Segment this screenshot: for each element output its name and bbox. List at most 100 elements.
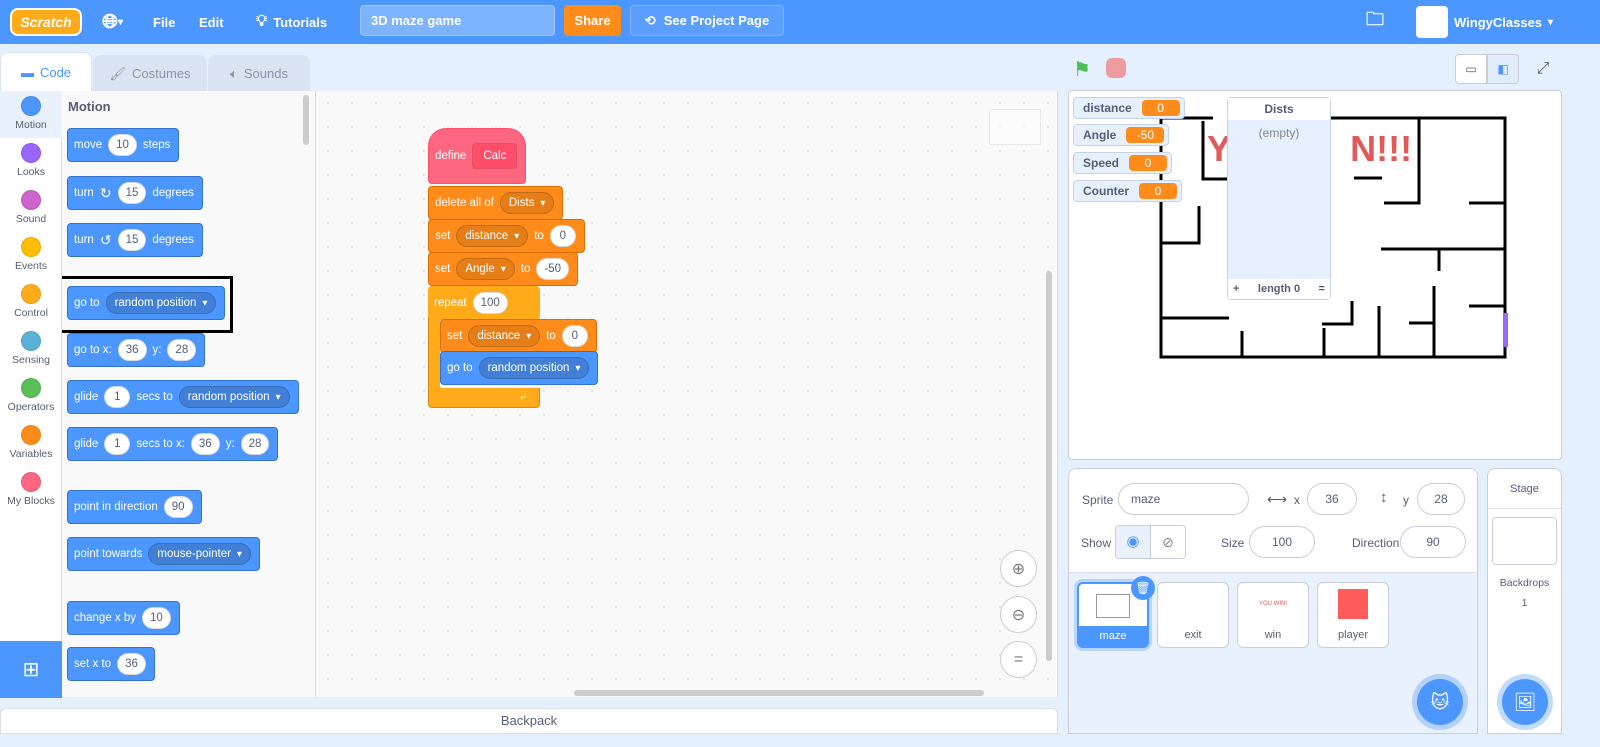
turn-left-block[interactable]: turn ↺ 15 degrees [67,223,203,257]
dropdown-menu[interactable]: distance [456,225,529,247]
glide-to-xy-block[interactable]: glide 1 secs to x: 36 y: 28 [67,427,279,461]
share-button[interactable]: Share [564,5,621,36]
list-empty-label: (empty) [1258,126,1300,140]
glide-to-block[interactable]: glide 1 secs to random position [67,380,299,414]
category-my-blocks[interactable]: My Blocks [0,467,62,514]
vertical-scrollbar[interactable] [1046,271,1052,661]
sprite-name-input[interactable]: maze [1118,483,1249,515]
show-visible-button[interactable]: ◉ [1115,525,1151,559]
dropdown-menu[interactable]: Angle [456,258,515,280]
set-angle-block[interactable]: set Angleto -50 [428,252,579,286]
fullscreen-button[interactable]: ⤢ [1528,54,1558,84]
folder-icon[interactable]: 🗀 [1366,0,1384,44]
sprite-thumbnail-win[interactable]: YOU WIN! win [1237,582,1309,648]
number-input[interactable]: 36 [190,433,220,455]
edit-menu[interactable]: Edit [199,0,224,44]
number-input[interactable]: 15 [117,229,147,251]
stage[interactable]: Y...N!!! distance0Angle-50Speed0Counter0… [1068,90,1562,460]
number-input[interactable]: 36 [117,339,147,361]
set-x-block[interactable]: set x to 36 [67,647,155,681]
tutorials-button[interactable]: 💡︎ Tutorials [256,0,327,44]
palette-scrollbar[interactable] [303,95,309,145]
direction-input[interactable]: 90 [1400,526,1466,558]
zoom-in-button[interactable]: ⊕ [1000,550,1037,587]
stage-panel[interactable]: Stage Backdrops 1 🖼︎ [1487,468,1562,734]
number-input[interactable]: 1 [104,433,131,455]
number-input[interactable]: 10 [142,607,171,629]
move-steps-block[interactable]: move 10 steps [67,128,180,162]
change-x-block[interactable]: change x by 10 [67,601,180,635]
sprite-thumbnail-maze[interactable]: maze 🗑︎ [1077,576,1155,648]
sprite-thumbnail-exit[interactable]: exit [1157,582,1229,648]
category-operators[interactable]: Operators [0,373,62,420]
number-input[interactable]: 36 [117,653,146,675]
category-sensing[interactable]: Sensing [0,326,62,373]
category-sound[interactable]: Sound [0,185,62,232]
list-add-button[interactable]: + [1233,283,1239,295]
backpack[interactable]: Backpack [0,708,1058,734]
project-title-input[interactable]: 3D maze game [360,5,555,36]
dropdown-menu[interactable]: mouse-pointer [148,543,251,565]
go-to-random-block[interactable]: go to random position [67,286,226,320]
dropdown-menu[interactable]: distance [468,325,541,347]
account-menu[interactable]: WingyClasses ▾ [1416,0,1553,44]
number-input[interactable]: 1 [104,386,131,408]
point-in-direction-block[interactable]: point in direction 90 [67,490,202,524]
dropdown-menu[interactable]: random position [478,357,590,379]
list-resize-handle[interactable]: = [1319,283,1325,295]
normal-stage-button[interactable]: ◧ [1487,54,1519,84]
dropdown-menu[interactable]: random position [178,386,290,408]
code-area[interactable]: ⤶ define Calc delete all of Dists set distanc… [316,91,1058,697]
point-towards-block[interactable]: point towards mouse-pointer [67,537,260,571]
y-input[interactable]: 28 [1417,483,1465,515]
block-text: secs to x: [136,438,185,450]
green-flag-icon[interactable]: ⚑ [1073,57,1091,82]
choose-backdrop-button[interactable]: 🖼︎ [1502,679,1548,725]
tab-code[interactable]: ▬ Code [0,52,92,91]
file-menu[interactable]: File [153,0,175,44]
small-stage-button[interactable]: ▭ [1455,54,1487,84]
delete-all-block[interactable]: delete all of Dists [428,186,564,220]
dropdown-menu[interactable]: random position [105,292,217,314]
scratch-logo[interactable]: Scratch [10,8,82,36]
x-input[interactable]: 36 [1307,483,1357,515]
number-input[interactable]: -50 [536,258,570,280]
category-looks[interactable]: Looks [0,138,62,185]
turn-right-block[interactable]: turn ↻ 15 degrees [67,176,203,210]
number-input[interactable]: 28 [167,339,197,361]
reset-zoom-button[interactable]: = [1000,641,1037,678]
see-project-page-button[interactable]: ⟲ See Project Page [630,5,784,36]
dropdown-menu[interactable]: Dists [499,192,555,214]
choose-sprite-button[interactable]: 🐱︎ [1417,679,1463,725]
category-events[interactable]: Events [0,232,62,279]
repeat-block[interactable]: repeat 100 [428,286,540,320]
delete-sprite-button[interactable]: 🗑︎ [1131,576,1155,600]
number-input[interactable]: 100 [472,292,508,314]
tab-sounds[interactable]: 🔈︎ Sounds [208,55,310,91]
number-input[interactable]: 10 [108,134,137,156]
tab-costumes[interactable]: 🖌︎ Costumes [93,55,207,91]
zoom-out-button[interactable]: ⊖ [1000,596,1037,633]
block-text: set [435,263,451,275]
sprite-thumbnail-player[interactable]: player [1317,582,1389,648]
add-extension-button[interactable]: ⊞ [0,641,62,698]
set-distance-block[interactable]: set distance to 0 [428,219,585,253]
go-to-random-inner-block[interactable]: go to random position [440,351,599,385]
stage-thumbnail[interactable] [1492,517,1557,565]
number-input[interactable]: 28 [240,433,270,455]
number-input[interactable]: 0 [561,325,588,347]
horizontal-scrollbar[interactable] [574,690,984,696]
category-motion[interactable]: Motion [0,91,62,138]
category-variables[interactable]: Variables [0,420,62,467]
go-to-xy-block[interactable]: go to x: 36 y: 28 [67,333,206,367]
show-hidden-button[interactable]: ⊘ [1150,525,1186,559]
size-input[interactable]: 100 [1249,526,1315,558]
define-calc-block[interactable]: define Calc [428,128,527,184]
number-input[interactable]: 0 [549,225,576,247]
stop-icon[interactable] [1106,58,1126,78]
globe-icon[interactable]: 🌐︎ ▾ [102,0,123,44]
category-control[interactable]: Control [0,279,62,326]
number-input[interactable]: 90 [163,496,193,518]
number-input[interactable]: 15 [117,182,147,204]
set-distance-inner-block[interactable]: set distance to 0 [440,319,597,353]
